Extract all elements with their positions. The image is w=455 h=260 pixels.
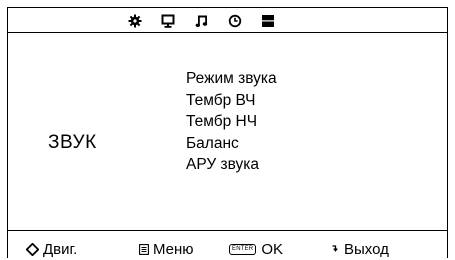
music-note-icon[interactable]: [195, 14, 209, 28]
ok-hint: ENTER OK: [229, 241, 283, 258]
menu-item-sound-mode[interactable]: Режим звука: [186, 68, 277, 90]
key-hints-bar: Двиг. Меню ENTER OK Выход: [8, 238, 447, 260]
menu-key-icon: [139, 244, 149, 255]
clock-icon[interactable]: [228, 14, 242, 28]
sound-menu: Режим звука Тембр ВЧ Тембр НЧ Баланс АРУ…: [186, 68, 277, 176]
ok-hint-label: OK: [261, 241, 284, 258]
osd-screen: ЗВУК Режим звука Тембр ВЧ Тембр НЧ Балан…: [7, 7, 448, 258]
navigate-arrows-icon: [26, 243, 39, 256]
gear-icon[interactable]: [128, 14, 142, 28]
block-icon[interactable]: [261, 14, 275, 28]
top-tab-bar: [8, 8, 447, 33]
monitor-icon[interactable]: [161, 14, 175, 28]
menu-hint-label: Меню: [153, 241, 194, 258]
menu-item-bass[interactable]: Тембр НЧ: [186, 111, 277, 133]
menu-item-balance[interactable]: Баланс: [186, 133, 277, 155]
exit-hint: Выход: [331, 241, 389, 258]
section-title: ЗВУК: [48, 132, 97, 153]
footer-divider: [8, 230, 447, 231]
nav-hint-label: Двиг.: [43, 241, 78, 258]
menu-item-avl[interactable]: АРУ звука: [186, 154, 277, 176]
menu-hint: Меню: [139, 241, 194, 258]
return-arrow-icon: [331, 244, 340, 255]
enter-key-icon: ENTER: [229, 244, 257, 255]
menu-item-treble[interactable]: Тембр ВЧ: [186, 90, 277, 112]
exit-hint-label: Выход: [344, 241, 389, 258]
nav-hint: Двиг.: [26, 241, 77, 258]
